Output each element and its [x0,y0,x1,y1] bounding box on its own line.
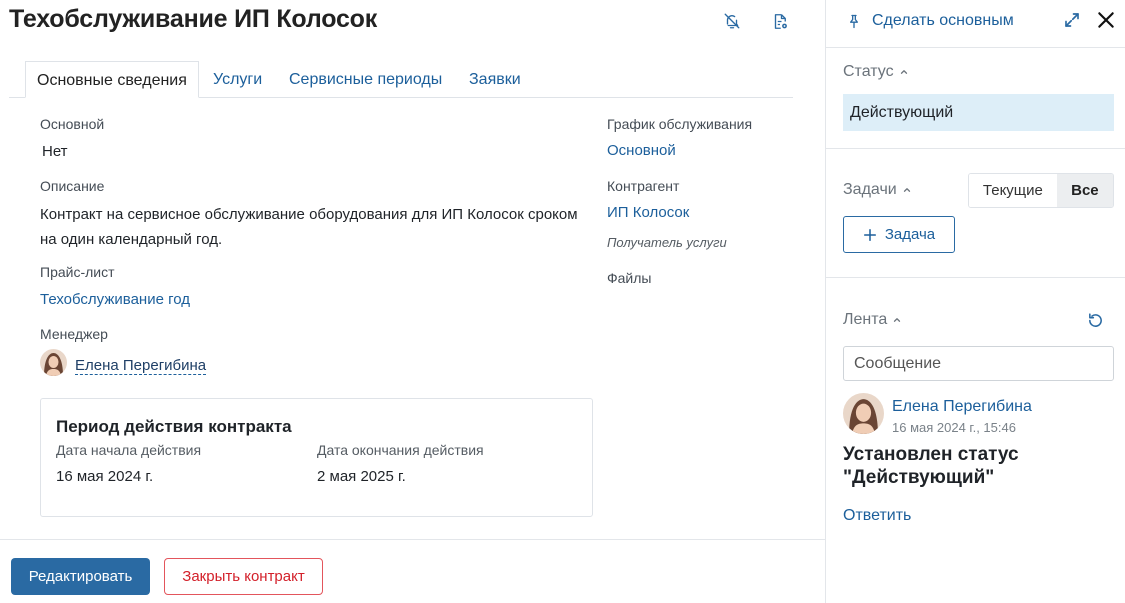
description-label: Описание [40,178,105,194]
period-end-value: 2 мая 2025 г. [317,468,406,485]
sidebar-divider [826,148,1125,149]
tab-service-periods[interactable]: Сервисные периоды [289,61,442,98]
reply-link[interactable]: Ответить [843,507,911,525]
chevron-up-icon [899,67,909,77]
status-heading: Статус [843,63,894,80]
tasks-section-toggle[interactable]: Задачи [843,181,912,199]
status-value[interactable]: Действующий [843,94,1114,131]
make-main-label: Сделать основным [872,12,1014,29]
contract-main-panel: Техобслуживание ИП Колосок Основные свед… [0,0,825,603]
sidebar-divider [826,277,1125,278]
feed-author-avatar[interactable] [843,393,884,434]
close-icon[interactable] [1094,8,1118,32]
manager-avatar[interactable] [40,349,67,376]
feed-heading: Лента [843,311,888,328]
feed-author-link[interactable]: Елена Перегибина [892,398,1032,416]
feed-message-text: Установлен статус "Действующий" [843,444,1019,488]
chevron-up-icon [902,185,912,195]
task-filter-toggle: Текущие Все [968,173,1114,208]
tasks-heading: Задачи [843,181,897,198]
filter-current-tasks[interactable]: Текущие [969,174,1057,207]
pricelist-label: Прайс-лист [40,264,115,280]
main-flag-label: Основной [40,116,105,132]
pricelist-link[interactable]: Техобслуживание год [40,291,190,308]
plus-icon [863,228,877,242]
chevron-up-icon [892,315,902,325]
right-sidebar: Сделать основным Статус Действующий Зада… [825,0,1125,603]
expand-icon[interactable] [1061,9,1083,31]
close-contract-button[interactable]: Закрыть контракт [164,558,323,595]
period-start-label: Дата начала действия [56,442,202,458]
status-section-toggle[interactable]: Статус [843,63,909,81]
sidebar-divider [826,47,1125,48]
tab-services[interactable]: Услуги [213,61,262,98]
contract-period-card: Период действия контракта Дата начала де… [40,398,593,517]
period-end-label: Дата окончания действия [317,442,484,458]
tab-requests[interactable]: Заявки [469,61,521,98]
feed-timestamp: 16 мая 2024 г., 15:46 [892,420,1016,435]
manager-label: Менеджер [40,326,108,342]
footer-divider [0,539,825,540]
schedule-label: График обслуживания [607,116,753,132]
feed-section-toggle[interactable]: Лента [843,311,902,329]
counterparty-role: Получатель услуги [607,235,727,250]
page-title: Техобслуживание ИП Колосок [9,5,378,33]
period-title: Период действия контракта [56,417,292,436]
refresh-icon[interactable] [1085,310,1105,330]
description-value: Контракт на сервисное обслуживание обору… [40,206,578,248]
counterparty-link[interactable]: ИП Колосок [607,204,689,221]
main-flag-value: Нет [42,143,68,160]
tab-main-info[interactable]: Основные сведения [25,61,199,98]
period-start-value: 16 мая 2024 г. [56,468,154,485]
add-task-label: Задача [884,226,936,243]
make-main-button[interactable]: Сделать основным [846,12,1014,30]
add-task-button[interactable]: Задача [843,216,955,253]
files-label: Файлы [607,270,652,286]
document-settings-icon[interactable] [770,11,790,31]
bell-off-icon[interactable] [722,11,742,31]
manager-link[interactable]: Елена Перегибина [75,357,207,375]
counterparty-label: Контрагент [607,178,680,194]
edit-button[interactable]: Редактировать [11,558,150,595]
tab-bar: Основные сведения Услуги Сервисные перио… [9,61,793,98]
pin-icon [846,13,862,30]
message-input[interactable] [843,346,1114,381]
filter-all-tasks[interactable]: Все [1056,174,1113,207]
schedule-link[interactable]: Основной [607,142,676,159]
